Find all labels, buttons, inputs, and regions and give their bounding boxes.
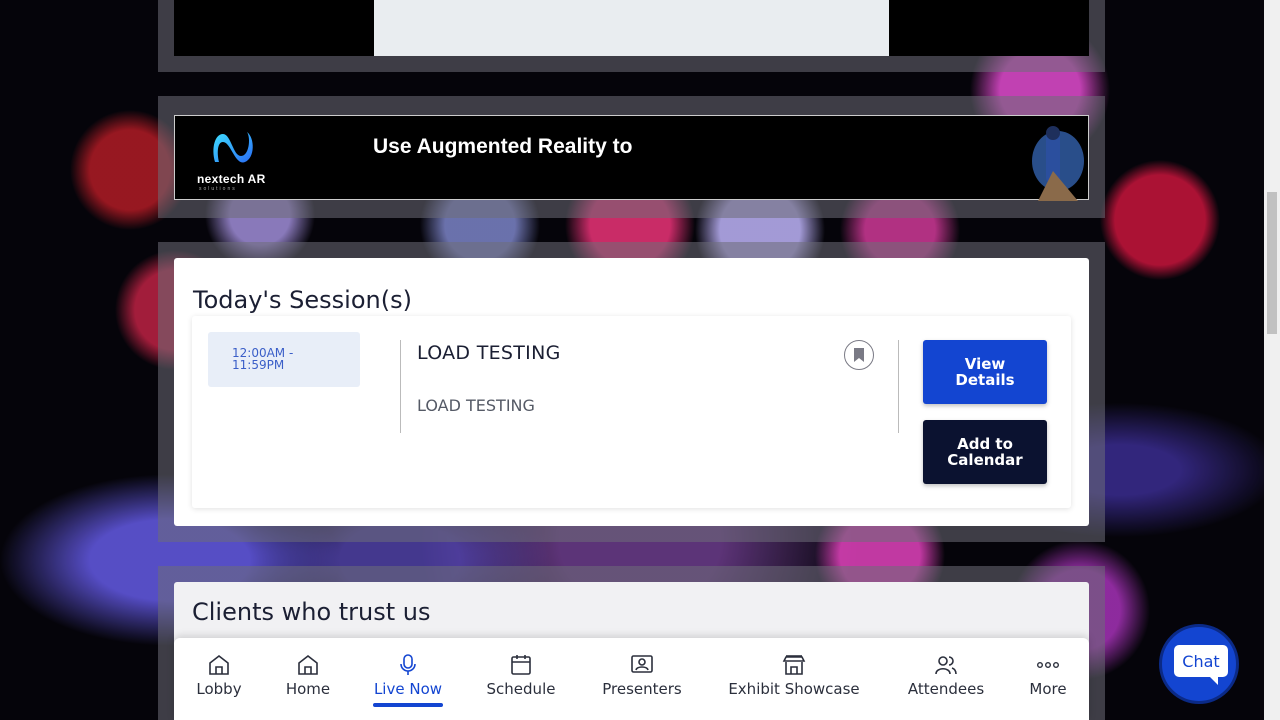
more-icon bbox=[1037, 661, 1060, 668]
nav-item-live-now[interactable]: Live Now bbox=[373, 652, 443, 712]
session-time-end: 11:59PM bbox=[232, 358, 285, 372]
add-to-calendar-button[interactable]: Add to Calendar bbox=[923, 420, 1047, 484]
video-frame bbox=[158, 0, 1105, 72]
sessions-frame: Today's Session(s) 12:00AM - 11:59PM LOA… bbox=[158, 242, 1105, 542]
nav-item-presenters[interactable]: Presenters bbox=[599, 652, 685, 712]
session-time: 12:00AM - 11:59PM bbox=[208, 332, 360, 387]
sponsor-banner[interactable]: nextech AR solutions Use Augmented Reali… bbox=[174, 115, 1089, 201]
chat-button[interactable]: Chat bbox=[1159, 624, 1239, 704]
nav-item-more[interactable]: More bbox=[1027, 652, 1069, 712]
scrollbar-thumb[interactable] bbox=[1267, 192, 1277, 334]
page-scrollbar[interactable] bbox=[1264, 0, 1280, 720]
session-title: LOAD TESTING bbox=[417, 342, 561, 364]
sessions-heading: Today's Session(s) bbox=[193, 286, 412, 314]
nav-label: Attendees bbox=[907, 680, 985, 698]
nav-item-schedule[interactable]: Schedule bbox=[483, 652, 559, 712]
presenter-icon bbox=[631, 655, 653, 673]
nav-item-exhibit-showcase[interactable]: Exhibit Showcase bbox=[725, 652, 863, 712]
video-player[interactable] bbox=[174, 0, 1089, 56]
clients-heading: Clients who trust us bbox=[192, 598, 431, 626]
session-description: LOAD TESTING bbox=[417, 396, 535, 415]
store-icon bbox=[782, 655, 806, 675]
video-content bbox=[374, 0, 889, 56]
users-icon bbox=[935, 656, 957, 675]
microphone-icon bbox=[400, 654, 416, 675]
nav-label: Schedule bbox=[486, 680, 556, 698]
nav-item-attendees[interactable]: Attendees bbox=[904, 652, 988, 712]
calendar-icon bbox=[511, 655, 531, 675]
banner-headline: Use Augmented Reality to bbox=[373, 135, 633, 158]
nextech-logo-mark bbox=[213, 132, 253, 163]
banner-frame: nextech AR solutions Use Augmented Reali… bbox=[158, 96, 1105, 218]
nav-label: Live Now bbox=[373, 680, 443, 698]
view-details-button[interactable]: View Details bbox=[923, 340, 1047, 404]
bookmark-icon bbox=[854, 348, 864, 362]
nav-item-lobby[interactable]: Lobby bbox=[196, 652, 242, 712]
logo-text: nextech AR bbox=[197, 172, 266, 186]
nav-label: Exhibit Showcase bbox=[728, 680, 860, 698]
nav-label: Lobby bbox=[196, 680, 242, 698]
nextech-logo: nextech AR solutions bbox=[197, 128, 267, 192]
session-item: 12:00AM - 11:59PM LOAD TESTING LOAD TEST… bbox=[192, 316, 1071, 508]
home-icon bbox=[209, 654, 229, 675]
bottom-nav: Lobby Home Live Now Schedule Presenters … bbox=[174, 638, 1089, 720]
home-icon bbox=[298, 654, 318, 675]
chat-bubble-icon: Chat bbox=[1174, 645, 1228, 677]
nav-label: Home bbox=[285, 680, 331, 698]
divider bbox=[400, 340, 401, 433]
divider bbox=[898, 340, 899, 433]
ar-figure-image bbox=[1032, 126, 1084, 201]
nav-label: Presenters bbox=[602, 680, 682, 698]
logo-subtext: solutions bbox=[199, 186, 237, 192]
sessions-card: Today's Session(s) 12:00AM - 11:59PM LOA… bbox=[174, 258, 1089, 526]
chat-label: Chat bbox=[1182, 651, 1220, 671]
nav-label: More bbox=[1029, 680, 1067, 698]
bookmark-button[interactable] bbox=[844, 340, 874, 370]
nav-item-home[interactable]: Home bbox=[284, 652, 332, 712]
chat-bubble-tail bbox=[1206, 673, 1218, 685]
